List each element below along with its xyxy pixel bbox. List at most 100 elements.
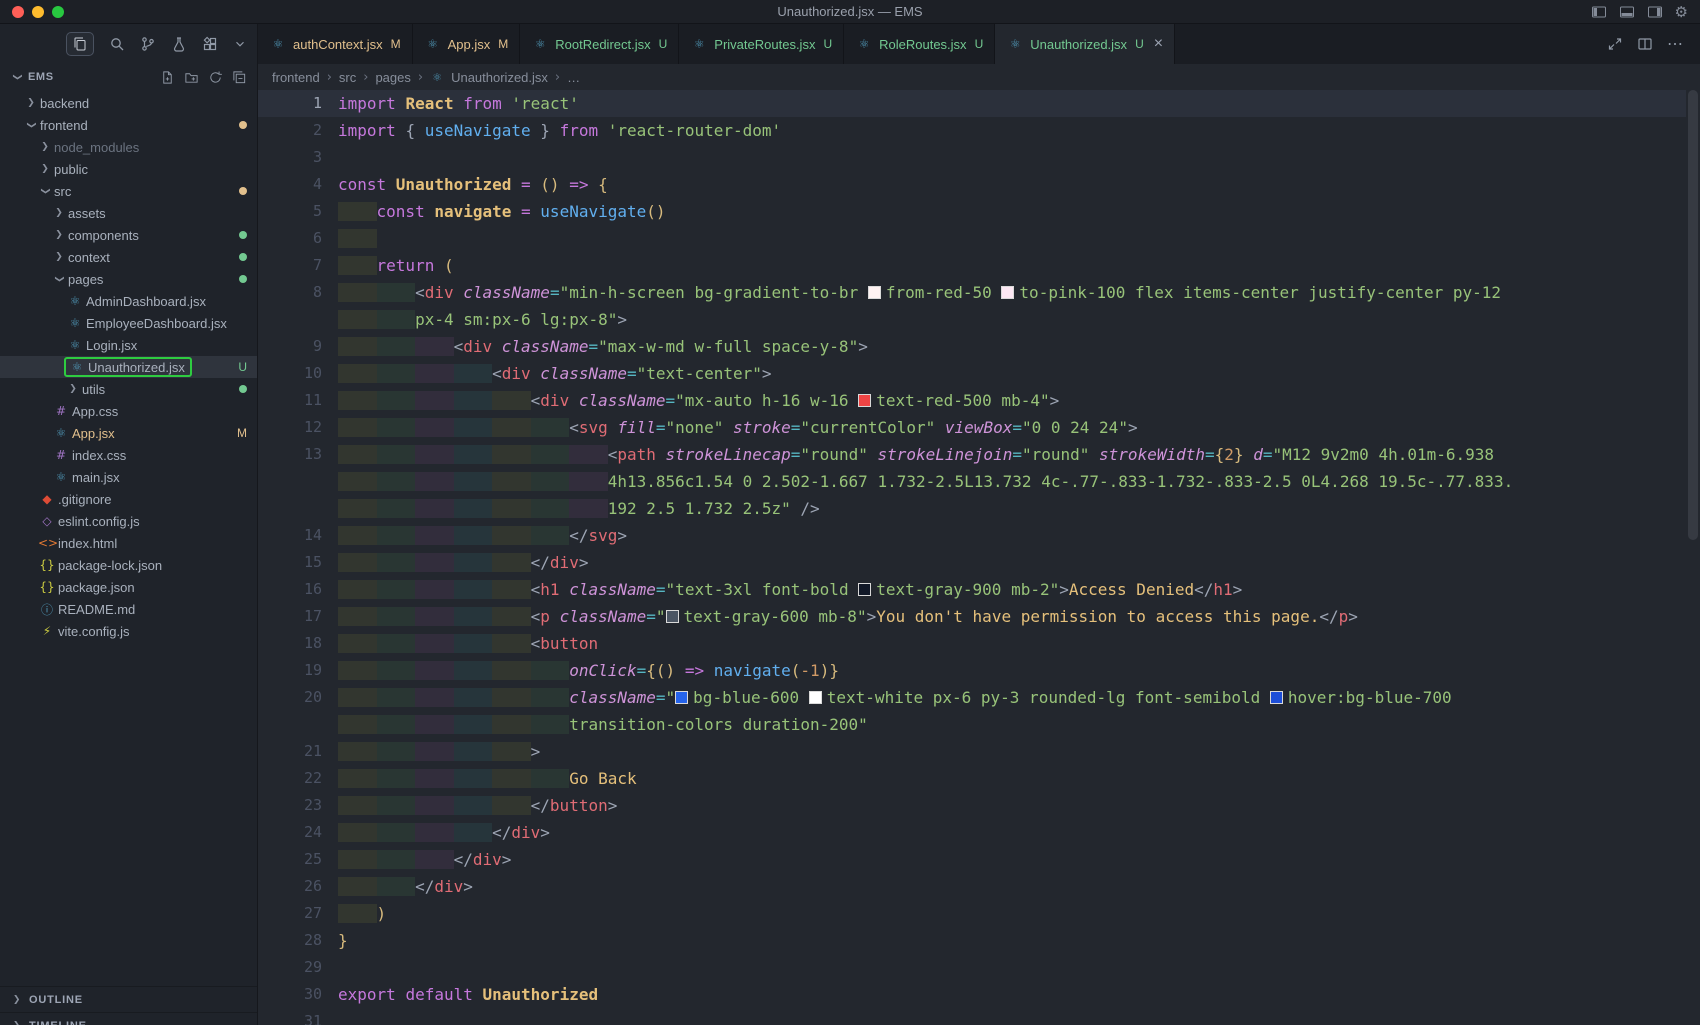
editor-tab-RoleRoutes.jsx[interactable]: ⚛ RoleRoutes.jsx U xyxy=(844,24,996,64)
tree-file-AdminDashboard.jsx[interactable]: ⚛ AdminDashboard.jsx xyxy=(0,290,257,312)
tree-folder-backend[interactable]: ❯ backend xyxy=(0,92,257,114)
toggle-secondary-sidebar-icon[interactable] xyxy=(1647,4,1663,20)
code-line[interactable]: 25 </div> xyxy=(258,846,1686,873)
open-changes-icon[interactable] xyxy=(1607,36,1623,52)
code-line[interactable]: 15 </div> xyxy=(258,549,1686,576)
refresh-icon[interactable] xyxy=(208,70,223,85)
code-line[interactable]: 19 onClick={() => navigate(-1)} xyxy=(258,657,1686,684)
chevron-down-icon[interactable] xyxy=(233,37,247,51)
close-window-button[interactable] xyxy=(12,6,24,18)
editor-tab-authContext.jsx[interactable]: ⚛ authContext.jsx M xyxy=(258,24,413,64)
code-line[interactable]: 16 <h1 className="text-3xl font-bold tex… xyxy=(258,576,1686,603)
code-line[interactable]: 10 <div className="text-center"> xyxy=(258,360,1686,387)
code-line[interactable]: 8 <div className="min-h-screen bg-gradie… xyxy=(258,279,1686,306)
extensions-icon[interactable] xyxy=(202,36,218,52)
code-line[interactable]: 2 import { useNavigate } from 'react-rout… xyxy=(258,117,1686,144)
code-line[interactable]: 27 ) xyxy=(258,900,1686,927)
explorer-section-header[interactable]: ❯ EMS xyxy=(0,64,257,90)
tree-file-Login.jsx[interactable]: ⚛ Login.jsx xyxy=(0,334,257,356)
tree-file-.gitignore[interactable]: ◆ .gitignore xyxy=(0,488,257,510)
code-line[interactable]: transition-colors duration-200" xyxy=(258,711,1686,738)
code-line[interactable]: px-4 sm:px-6 lg:px-8"> xyxy=(258,306,1686,333)
code-line[interactable]: 7 return ( xyxy=(258,252,1686,279)
code-editor[interactable]: 1 import React from 'react' 2 import { useN… xyxy=(258,90,1700,1025)
scrollbar-thumb[interactable] xyxy=(1688,90,1698,540)
tree-folder-src[interactable]: ❯ src xyxy=(0,180,257,202)
code-line[interactable]: 4h13.856c1.54 0 2.502-1.667 1.732-2.5L13… xyxy=(258,468,1686,495)
breadcrumb-item[interactable]: src xyxy=(339,70,356,85)
tree-folder-pages[interactable]: ❯ pages xyxy=(0,268,257,290)
code-line[interactable]: 20 className=" bg-blue-600 text-white px-… xyxy=(258,684,1686,711)
indent-guide xyxy=(492,418,531,437)
editor-tab-Unauthorized.jsx[interactable]: ⚛ Unauthorized.jsx U × xyxy=(995,24,1176,64)
tree-file-EmployeeDashboard.jsx[interactable]: ⚛ EmployeeDashboard.jsx xyxy=(0,312,257,334)
tree-folder-context[interactable]: ❯ context xyxy=(0,246,257,268)
tree-folder-public[interactable]: ❯ public xyxy=(0,158,257,180)
code-line[interactable]: 1 import React from 'react' xyxy=(258,90,1686,117)
editor-tab-PrivateRoutes.jsx[interactable]: ⚛ PrivateRoutes.jsx U xyxy=(679,24,845,64)
code-line[interactable]: 12 <svg fill="none" stroke="currentColor… xyxy=(258,414,1686,441)
new-file-icon[interactable] xyxy=(160,70,175,85)
code-line[interactable]: 30 export default Unauthorized xyxy=(258,981,1686,1008)
tree-file-eslint.config.js[interactable]: ◇ eslint.config.js xyxy=(0,510,257,532)
tree-file-App.css[interactable]: # App.css xyxy=(0,400,257,422)
tree-file-main.jsx[interactable]: ⚛ main.jsx xyxy=(0,466,257,488)
code-line[interactable]: 31 xyxy=(258,1008,1686,1025)
tree-folder-utils[interactable]: ❯ utils xyxy=(0,378,257,400)
source-control-icon[interactable] xyxy=(140,36,156,52)
explorer-view-icon[interactable] xyxy=(66,32,94,56)
collapse-folders-icon[interactable] xyxy=(232,70,247,85)
indent-guide xyxy=(338,364,377,383)
minimize-window-button[interactable] xyxy=(32,6,44,18)
new-folder-icon[interactable] xyxy=(184,70,199,85)
code-line[interactable]: 21 > xyxy=(258,738,1686,765)
zoom-window-button[interactable] xyxy=(52,6,64,18)
outline-section[interactable]: ❯ OUTLINE xyxy=(0,986,257,1012)
tree-file-App.jsx[interactable]: ⚛ App.jsx M xyxy=(0,422,257,444)
search-icon[interactable] xyxy=(109,36,125,52)
toggle-primary-sidebar-icon[interactable] xyxy=(1591,4,1607,20)
tree-folder-frontend[interactable]: ❯ frontend xyxy=(0,114,257,136)
test-beaker-icon[interactable] xyxy=(171,36,187,52)
tree-file-Unauthorized.jsx[interactable]: ⚛ Unauthorized.jsx U xyxy=(0,356,257,378)
code-line[interactable]: 23 </button> xyxy=(258,792,1686,819)
code-line[interactable]: 29 xyxy=(258,954,1686,981)
breadcrumb-item[interactable]: frontend xyxy=(272,70,320,85)
breadcrumb-item[interactable]: Unauthorized.jsx xyxy=(451,70,548,85)
tree-file-package.json[interactable]: {} package.json xyxy=(0,576,257,598)
tree-folder-node_modules[interactable]: ❯ node_modules xyxy=(0,136,257,158)
code-line[interactable]: 22 Go Back xyxy=(258,765,1686,792)
split-editor-icon[interactable] xyxy=(1637,36,1653,52)
code-line[interactable]: 192 2.5 1.732 2.5z" /> xyxy=(258,495,1686,522)
tree-folder-components[interactable]: ❯ components xyxy=(0,224,257,246)
timeline-section[interactable]: ❯ TIMELINE xyxy=(0,1012,257,1025)
editor-scrollbar[interactable] xyxy=(1686,90,1700,1025)
tree-file-vite.config.js[interactable]: ⚡ vite.config.js xyxy=(0,620,257,642)
code-line[interactable]: 17 <p className=" text-gray-600 mb-8">You… xyxy=(258,603,1686,630)
editor-tab-RootRedirect.jsx[interactable]: ⚛ RootRedirect.jsx U xyxy=(520,24,680,64)
tree-file-index.css[interactable]: # index.css xyxy=(0,444,257,466)
code-line[interactable]: 3 xyxy=(258,144,1686,171)
code-line[interactable]: 4 const Unauthorized = () => { xyxy=(258,171,1686,198)
code-line[interactable]: 5 const navigate = useNavigate() xyxy=(258,198,1686,225)
tree-file-README.md[interactable]: ⓘ README.md xyxy=(0,598,257,620)
code-line[interactable]: 13 <path strokeLinecap="round" strokeLin… xyxy=(258,441,1686,468)
settings-gear-icon[interactable]: ⚙ xyxy=(1675,3,1688,21)
breadcrumb-item[interactable]: pages xyxy=(375,70,410,85)
code-line[interactable]: 24 </div> xyxy=(258,819,1686,846)
code-line[interactable]: 28} xyxy=(258,927,1686,954)
tree-file-index.html[interactable]: <> index.html xyxy=(0,532,257,554)
code-line[interactable]: 9 <div className="max-w-md w-full space-… xyxy=(258,333,1686,360)
tree-file-package-lock.json[interactable]: {} package-lock.json xyxy=(0,554,257,576)
more-actions-icon[interactable]: ⋯ xyxy=(1667,34,1684,54)
code-line[interactable]: 11 <div className="mx-auto h-16 w-16 tex… xyxy=(258,387,1686,414)
code-line[interactable]: 6 xyxy=(258,225,1686,252)
code-line[interactable]: 18 <button xyxy=(258,630,1686,657)
tree-folder-assets[interactable]: ❯ assets xyxy=(0,202,257,224)
code-line[interactable]: 14 </svg> xyxy=(258,522,1686,549)
close-icon[interactable]: × xyxy=(1154,36,1163,52)
toggle-panel-icon[interactable] xyxy=(1619,4,1635,20)
breadcrumb-item[interactable]: … xyxy=(567,70,580,85)
editor-tab-App.jsx[interactable]: ⚛ App.jsx M xyxy=(412,24,521,64)
code-line[interactable]: 26 </div> xyxy=(258,873,1686,900)
